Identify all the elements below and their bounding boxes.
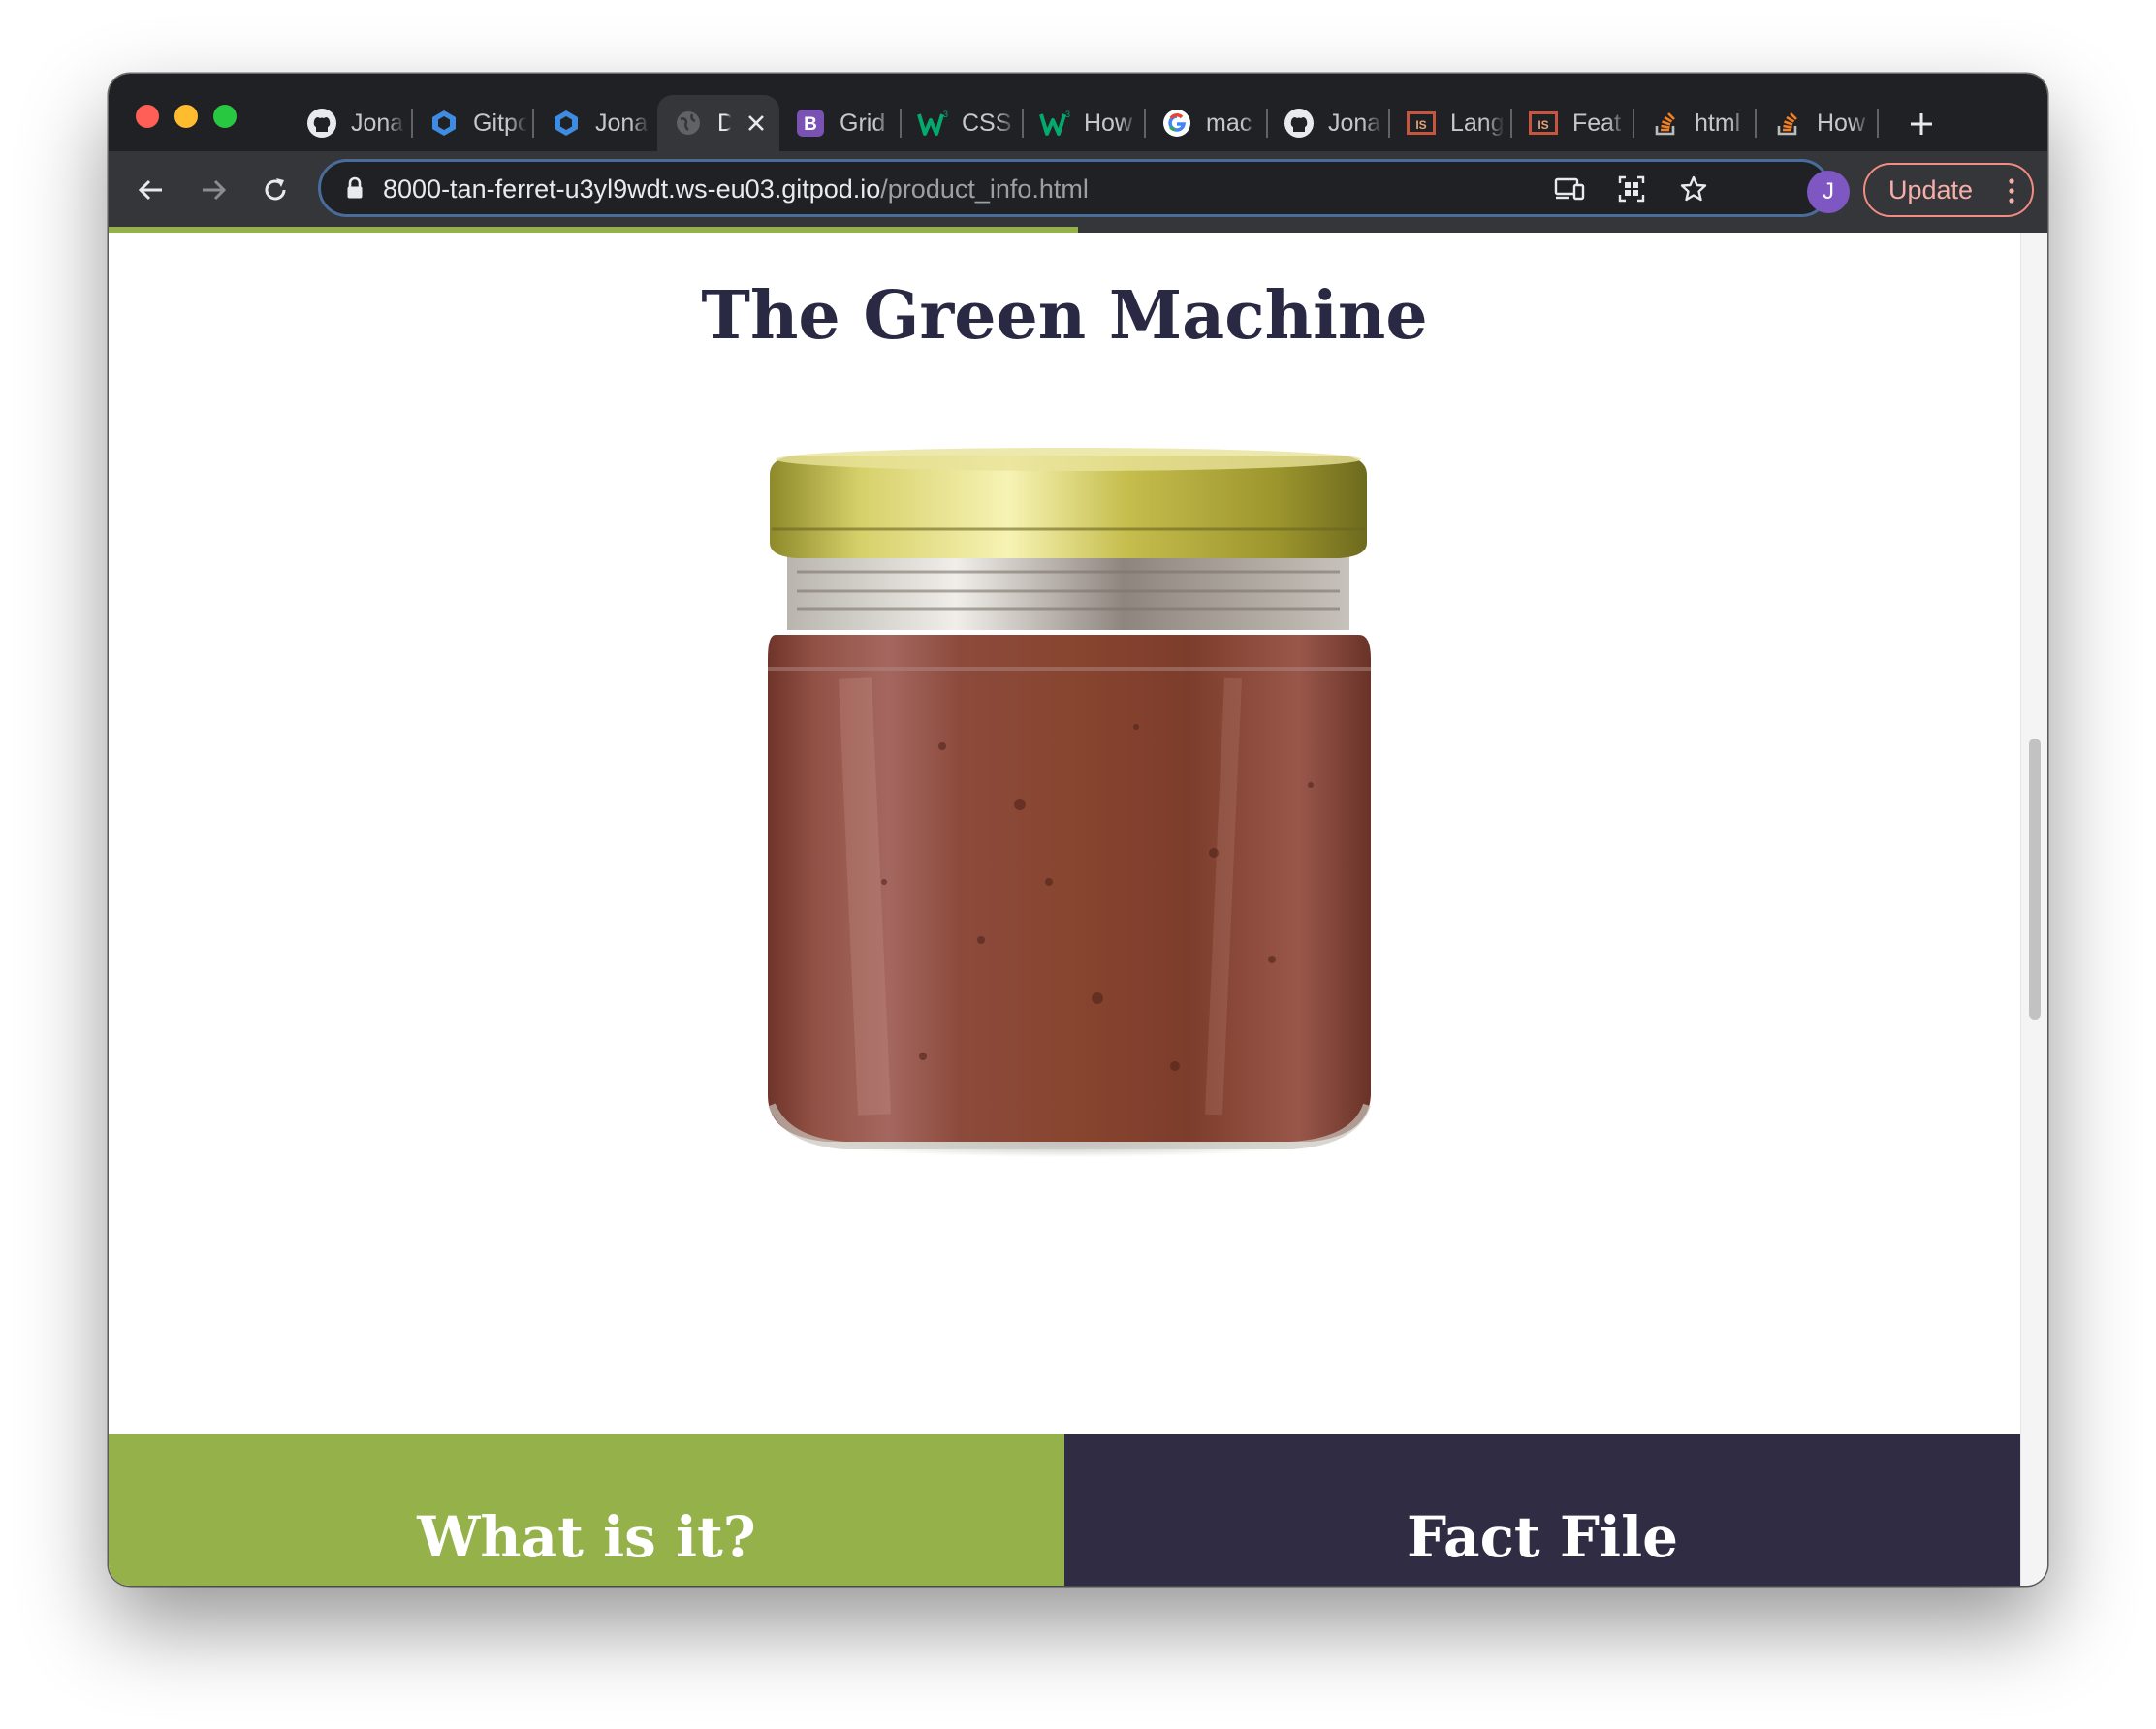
svg-text:IS: IS: [1538, 118, 1548, 132]
close-icon[interactable]: [741, 108, 772, 139]
tab-title: D: [717, 109, 731, 137]
bookmark-star-icon[interactable]: [1672, 168, 1715, 210]
browser-window: Jonathan Gitpod Jonathan D: [109, 74, 2047, 1586]
what-is-it-heading: What is it?: [417, 1504, 756, 1570]
tab-github-1[interactable]: Jonathan: [291, 95, 417, 151]
bootstrap-icon: B: [795, 108, 826, 139]
vertical-scrollbar[interactable]: [2020, 233, 2047, 1586]
tab-title: How: [1817, 109, 1866, 137]
more-menu-icon[interactable]: [2009, 178, 2014, 204]
gitpod-icon: [428, 108, 460, 139]
window-zoom-button[interactable]: [213, 105, 237, 128]
product-jar-image: [768, 448, 1371, 1157]
svg-text:3: 3: [1065, 110, 1070, 119]
back-button[interactable]: [130, 169, 173, 211]
svg-text:IS: IS: [1415, 118, 1426, 132]
tab-w3schools-2[interactable]: 3 How: [1024, 95, 1146, 151]
w3schools-icon: 3: [1039, 108, 1070, 139]
tab-title: Jonathan: [351, 109, 405, 137]
tab-stackoverflow-1[interactable]: html: [1634, 95, 1757, 151]
what-is-it-panel: What is it?: [109, 1434, 1064, 1586]
svg-text:B: B: [804, 114, 817, 135]
tab-separator: [1877, 109, 1879, 138]
web-page: The Green Machine What is it? Fact File: [109, 233, 2020, 1586]
stackoverflow-icon: [1650, 108, 1681, 139]
url-text[interactable]: 8000-tan-ferret-u3yl9wdt.ws-eu03.gitpod.…: [383, 174, 1089, 204]
caniuse-icon: IS: [1406, 108, 1437, 139]
tab-title: Jonathan: [1328, 109, 1382, 137]
tab-title: Feat: [1572, 109, 1622, 137]
url-host: 8000-tan-ferret-u3yl9wdt.ws-eu03.gitpod.…: [383, 174, 881, 204]
qr-code-icon[interactable]: [1610, 168, 1653, 210]
tab-title: How: [1084, 109, 1133, 137]
fact-file-heading: Fact File: [1406, 1504, 1679, 1570]
tab-caniuse-2[interactable]: IS Feat: [1512, 95, 1634, 151]
tab-strip: Jonathan Gitpod Jonathan D: [109, 74, 2047, 151]
tab-google[interactable]: mac: [1146, 95, 1268, 151]
tab-bootstrap[interactable]: B Grid: [779, 95, 902, 151]
w3schools-icon: 3: [917, 108, 948, 139]
globe-icon: [673, 108, 704, 139]
svg-text:3: 3: [943, 110, 948, 119]
tab-title: Grid: [840, 109, 886, 137]
tab-gitpod-2[interactable]: Jonathan: [535, 95, 657, 151]
tab-title: html: [1695, 109, 1741, 137]
cast-devices-icon[interactable]: [1548, 168, 1591, 210]
tab-github-2[interactable]: Jonathan: [1268, 95, 1390, 151]
stackoverflow-icon: [1772, 108, 1803, 139]
new-tab-button[interactable]: [1900, 103, 1943, 145]
tab-stackoverflow-2[interactable]: How: [1757, 95, 1879, 151]
lock-icon[interactable]: [342, 175, 367, 201]
profile-avatar[interactable]: J: [1807, 171, 1850, 213]
scrollbar-thumb[interactable]: [2029, 739, 2041, 1020]
window-close-button[interactable]: [136, 105, 159, 128]
google-icon: [1161, 108, 1192, 139]
github-icon: [1284, 108, 1315, 139]
window-minimize-button[interactable]: [174, 105, 198, 128]
reload-button[interactable]: [254, 169, 297, 211]
gitpod-icon: [551, 108, 582, 139]
fact-file-panel: Fact File: [1064, 1434, 2020, 1586]
page-title: The Green Machine: [701, 277, 1428, 355]
tab-title: Jonathan: [595, 109, 650, 137]
url-path: /product_info.html: [880, 174, 1089, 204]
tab-caniuse-1[interactable]: IS Lang: [1390, 95, 1512, 151]
tab-gitpod-1[interactable]: Gitpod: [413, 95, 535, 151]
update-button[interactable]: Update: [1863, 163, 2034, 217]
tab-title: Lang: [1450, 109, 1505, 137]
tab-title: Gitpod: [473, 109, 527, 137]
tab-title: mac: [1206, 109, 1252, 137]
github-icon: [306, 108, 337, 139]
forward-button[interactable]: [192, 169, 235, 211]
tab-separator: [532, 109, 534, 138]
tab-active[interactable]: D: [657, 95, 779, 151]
update-label: Update: [1888, 174, 1974, 204]
caniuse-icon: IS: [1528, 108, 1559, 139]
tab-title: CSS: [962, 109, 1012, 137]
address-bar[interactable]: 8000-tan-ferret-u3yl9wdt.ws-eu03.gitpod.…: [318, 159, 1830, 217]
tab-w3schools-1[interactable]: 3 CSS: [902, 95, 1024, 151]
